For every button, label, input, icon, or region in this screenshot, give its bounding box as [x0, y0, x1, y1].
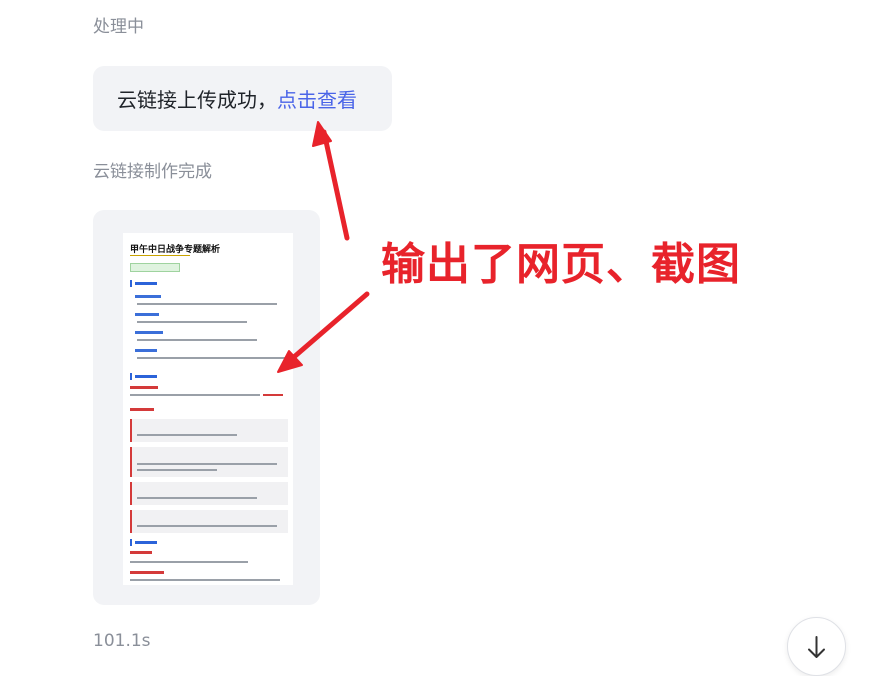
annotation-arrows [277, 121, 370, 373]
arrow-to-link [321, 129, 350, 241]
annotation-label: 输出了网页、截图 [381, 239, 741, 290]
arrow-to-screenshot [284, 291, 370, 366]
